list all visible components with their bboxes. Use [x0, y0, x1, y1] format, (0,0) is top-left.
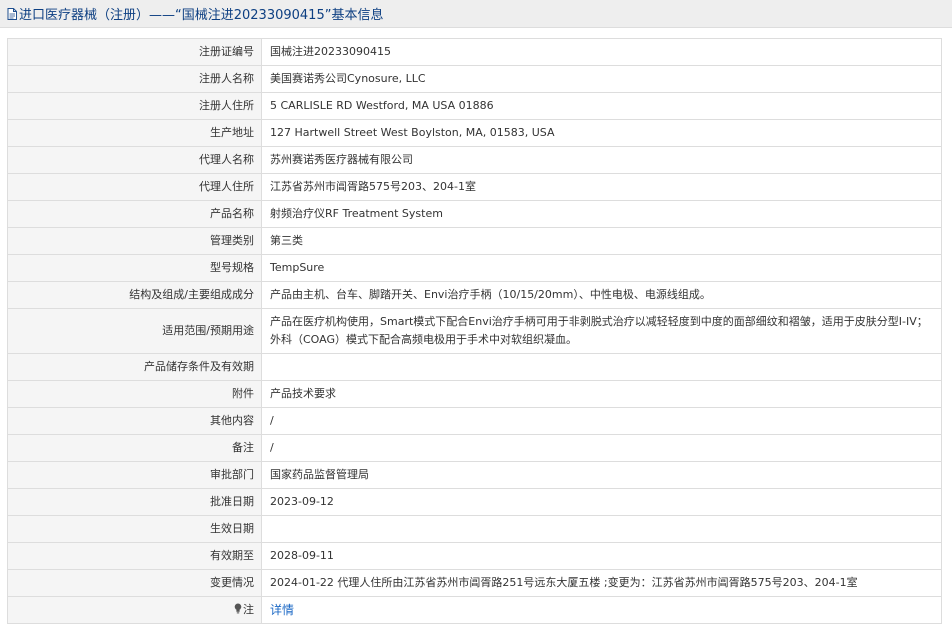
field-value-attachment: 产品技术要求: [261, 380, 942, 408]
table-row-approval-date: 批准日期 2023-09-12: [7, 488, 942, 516]
field-value-structure: 产品由主机、台车、脚踏开关、Envi治疗手柄（10/15/20mm）、中性电极、…: [261, 281, 942, 309]
field-value-model: TempSure: [261, 254, 942, 282]
field-value-registrant-name: 美国赛诺秀公司Cynosure, LLC: [261, 65, 942, 93]
field-label-approval-dept: 审批部门: [7, 461, 262, 489]
table-row-attachment: 附件 产品技术要求: [7, 380, 942, 408]
table-row-agent-address: 代理人住所 江苏省苏州市阊胥路575号203、204-1室: [7, 173, 942, 201]
field-label-model: 型号规格: [7, 254, 262, 282]
table-row-changes: 变更情况 2024-01-22 代理人住所由江苏省苏州市阊胥路251号远东大厦五楼…: [7, 569, 942, 597]
info-table-container: 注册证编号 国械注进20233090415 注册人名称 美国赛诺秀公司Cynosure…: [7, 38, 942, 624]
table-row-intended-use: 适用范围/预期用途 产品在医疗机构使用，Smart模式下配合Envi治疗手柄可用于…: [7, 308, 942, 354]
field-label-approval-date: 批准日期: [7, 488, 262, 516]
field-label-agent-address: 代理人住所: [7, 173, 262, 201]
field-label-production-address: 生产地址: [7, 119, 262, 147]
field-value-product-name: 射频治疗仪RF Treatment System: [261, 200, 942, 228]
info-table-body: 注册证编号 国械注进20233090415 注册人名称 美国赛诺秀公司Cynosure…: [7, 38, 942, 624]
field-value-approval-dept: 国家药品监督管理局: [261, 461, 942, 489]
table-row-agent-name: 代理人名称 苏州赛诺秀医疗器械有限公司: [7, 146, 942, 174]
field-label-storage: 产品储存条件及有效期: [7, 353, 262, 381]
table-row-registrant-name: 注册人名称 美国赛诺秀公司Cynosure, LLC: [7, 65, 942, 93]
table-row-model: 型号规格 TempSure: [7, 254, 942, 282]
lightbulb-icon: [234, 603, 242, 614]
field-label-remark: 备注: [7, 434, 262, 462]
table-row-structure: 结构及组成/主要组成成分 产品由主机、台车、脚踏开关、Envi治疗手柄（10/15…: [7, 281, 942, 309]
field-value-category: 第三类: [261, 227, 942, 255]
field-label-changes: 变更情况: [7, 569, 262, 597]
field-value-remark: /: [261, 434, 942, 462]
field-value-approval-date: 2023-09-12: [261, 488, 942, 516]
field-label-attachment: 附件: [7, 380, 262, 408]
field-label-reg-no: 注册证编号: [7, 38, 262, 66]
info-table: 注册证编号 国械注进20233090415 注册人名称 美国赛诺秀公司Cynosure…: [7, 38, 942, 624]
table-row-remark: 备注 /: [7, 434, 942, 462]
table-row-product-name: 产品名称 射频治疗仪RF Treatment System: [7, 200, 942, 228]
field-label-registrant-address: 注册人住所: [7, 92, 262, 120]
field-label-expiry-date: 有效期至: [7, 542, 262, 570]
table-row-other: 其他内容 /: [7, 407, 942, 435]
table-row-storage: 产品储存条件及有效期: [7, 353, 942, 381]
field-value-changes: 2024-01-22 代理人住所由江苏省苏州市阊胥路251号远东大厦五楼 ;变更…: [261, 569, 942, 597]
field-value-production-address: 127 Hartwell Street West Boylston, MA, 0…: [261, 119, 942, 147]
field-label-category: 管理类别: [7, 227, 262, 255]
field-value-other: /: [261, 407, 942, 435]
field-value-expiry-date: 2028-09-11: [261, 542, 942, 570]
table-row-effective-date: 生效日期: [7, 515, 942, 543]
field-label-agent-name: 代理人名称: [7, 146, 262, 174]
field-value-reg-no: 国械注进20233090415: [261, 38, 942, 66]
field-value-note: 详情: [261, 596, 942, 624]
table-row-note: 注 详情: [7, 596, 942, 624]
page-title: 进口医疗器械（注册）——“国械注进20233090415”基本信息: [7, 4, 383, 23]
table-row-registrant-address: 注册人住所 5 CARLISLE RD Westford, MA USA 0188…: [7, 92, 942, 120]
field-value-agent-address: 江苏省苏州市阊胥路575号203、204-1室: [261, 173, 942, 201]
table-row-reg-no: 注册证编号 国械注进20233090415: [7, 38, 942, 66]
field-label-other: 其他内容: [7, 407, 262, 435]
document-icon: [7, 8, 17, 20]
note-label-text: 注: [243, 603, 254, 616]
table-row-category: 管理类别 第三类: [7, 227, 942, 255]
field-label-structure: 结构及组成/主要组成成分: [7, 281, 262, 309]
field-value-agent-name: 苏州赛诺秀医疗器械有限公司: [261, 146, 942, 174]
field-value-intended-use: 产品在医疗机构使用，Smart模式下配合Envi治疗手柄可用于非剥脱式治疗以减轻…: [261, 308, 942, 354]
field-label-note: 注: [7, 596, 262, 624]
table-row-approval-dept: 审批部门 国家药品监督管理局: [7, 461, 942, 489]
field-value-registrant-address: 5 CARLISLE RD Westford, MA USA 01886: [261, 92, 942, 120]
field-label-registrant-name: 注册人名称: [7, 65, 262, 93]
field-label-intended-use: 适用范围/预期用途: [7, 308, 262, 354]
field-label-product-name: 产品名称: [7, 200, 262, 228]
field-label-effective-date: 生效日期: [7, 515, 262, 543]
field-value-storage: [261, 353, 942, 381]
field-value-effective-date: [261, 515, 942, 543]
page-header: 进口医疗器械（注册）——“国械注进20233090415”基本信息: [0, 0, 952, 28]
page-title-text: 进口医疗器械（注册）——“国械注进20233090415”基本信息: [19, 8, 384, 23]
table-row-production-address: 生产地址 127 Hartwell Street West Boylston, M…: [7, 119, 942, 147]
table-row-expiry-date: 有效期至 2028-09-11: [7, 542, 942, 570]
details-link[interactable]: 详情: [270, 603, 294, 617]
